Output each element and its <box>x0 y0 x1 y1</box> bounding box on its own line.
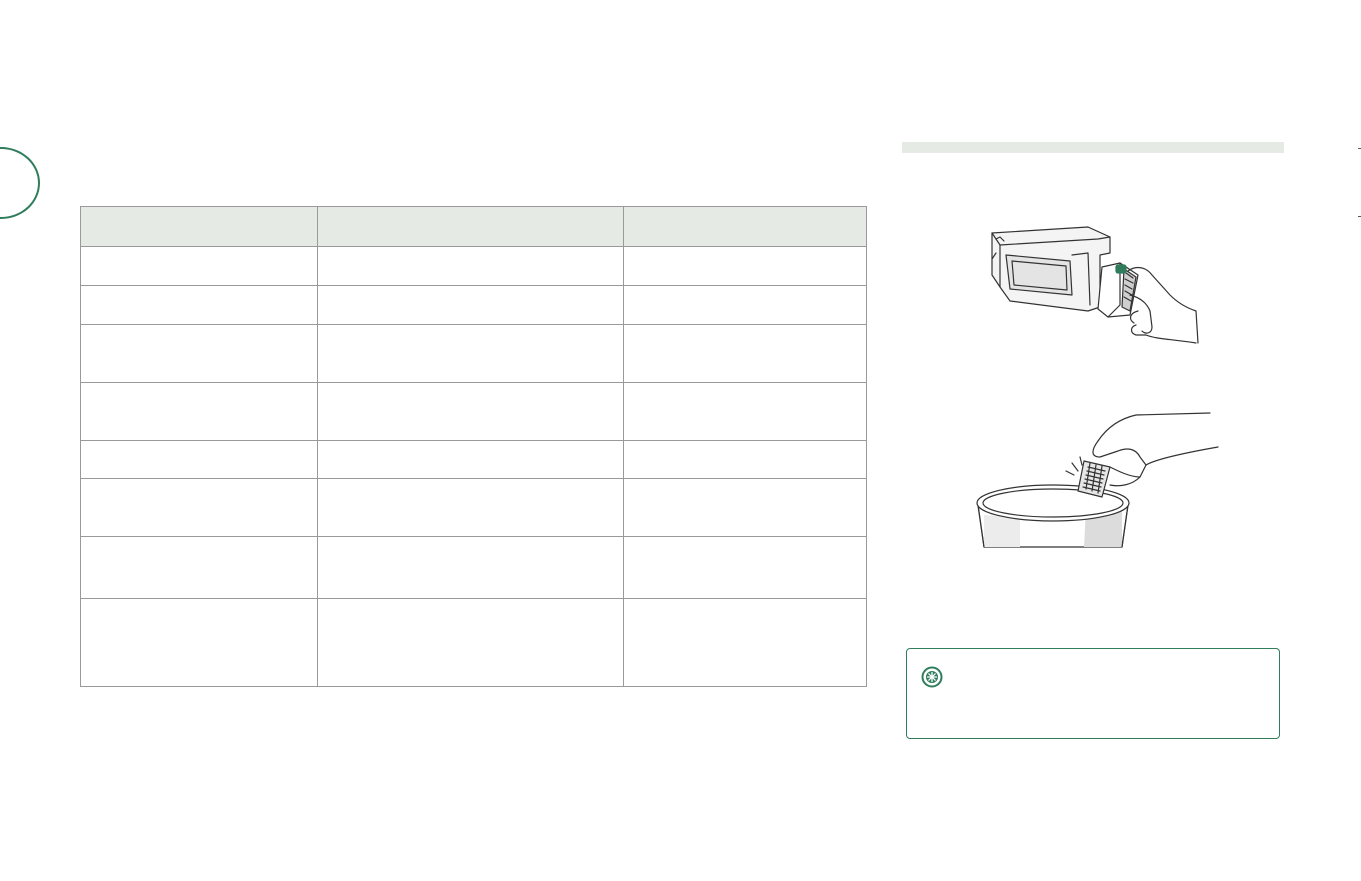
table-header-cell <box>317 206 624 247</box>
table-row <box>80 536 867 599</box>
table-cell <box>623 440 867 479</box>
table-cell <box>317 246 624 286</box>
table-cell <box>623 478 867 537</box>
table-cell <box>317 440 624 479</box>
table-cell <box>80 598 318 687</box>
table-cell <box>80 478 318 537</box>
table-row <box>80 246 867 286</box>
table-row <box>80 324 867 383</box>
table-cell <box>317 478 624 537</box>
table-header-cell <box>623 206 867 247</box>
table-header-row <box>80 206 867 247</box>
table-row <box>80 285 867 325</box>
section-header-bar <box>902 142 1284 153</box>
spec-table <box>80 206 867 687</box>
table-cell <box>80 440 318 479</box>
robot-bin-filter-removal-illustration <box>991 226 1199 344</box>
table-cell <box>623 246 867 286</box>
table-cell <box>80 382 318 441</box>
asterisk-circle-icon <box>921 666 943 688</box>
section-tab-marker <box>0 147 40 219</box>
table-cell <box>623 324 867 383</box>
table-cell <box>80 324 318 383</box>
table-row <box>80 598 867 687</box>
table-cell <box>80 246 318 286</box>
table-header-cell <box>80 206 318 247</box>
table-row <box>80 478 867 537</box>
table-cell <box>317 324 624 383</box>
table-row <box>80 382 867 441</box>
table-cell <box>317 285 624 325</box>
table-row <box>80 440 867 479</box>
table-cell <box>80 285 318 325</box>
table-cell <box>317 536 624 599</box>
note-box <box>906 648 1280 739</box>
table-cell <box>317 598 624 687</box>
filter-into-trash-illustration <box>976 412 1219 548</box>
table-cell <box>623 382 867 441</box>
table-cell <box>623 536 867 599</box>
table-cell <box>317 382 624 441</box>
table-cell <box>80 536 318 599</box>
table-cell <box>623 285 867 325</box>
table-cell <box>623 598 867 687</box>
